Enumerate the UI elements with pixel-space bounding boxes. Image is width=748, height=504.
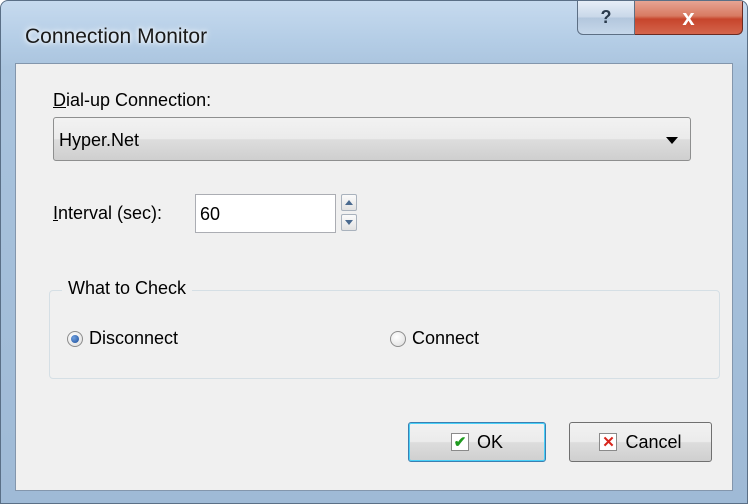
help-icon: ? bbox=[600, 7, 612, 27]
connection-label: Dial-up Connection: bbox=[53, 90, 212, 110]
interval-label: Interval (sec): bbox=[53, 203, 163, 223]
radio-disconnect[interactable]: Disconnect bbox=[67, 328, 178, 349]
dialog-window: Connection Monitor ? x Dial-up Connectio… bbox=[0, 0, 748, 504]
x-mark-icon: ✕ bbox=[599, 433, 618, 451]
title-bar[interactable]: Connection Monitor ? x bbox=[1, 1, 747, 63]
cancel-button[interactable]: ✕ Cancel bbox=[569, 422, 712, 462]
spin-up-button[interactable] bbox=[341, 194, 357, 211]
what-to-check-title: What to Check bbox=[62, 278, 193, 299]
dialog-body: Dial-up Connection: Hyper.Net Interval (… bbox=[15, 63, 733, 491]
radio-connect[interactable]: Connect bbox=[390, 328, 479, 349]
radio-connect-label: Connect bbox=[412, 328, 480, 348]
window-title: Connection Monitor bbox=[25, 25, 208, 48]
dropdown-arrow-icon bbox=[666, 137, 678, 144]
spin-down-icon bbox=[345, 220, 353, 225]
close-icon: x bbox=[682, 4, 695, 30]
spin-up-icon bbox=[345, 200, 353, 205]
interval-spinner bbox=[341, 194, 359, 232]
interval-input[interactable]: 60 bbox=[195, 194, 336, 233]
caption-buttons: ? x bbox=[577, 1, 743, 37]
radio-connect-circle bbox=[390, 330, 406, 347]
connection-dropdown-value: Hyper.Net bbox=[59, 130, 140, 150]
ok-button[interactable]: ✔ OK bbox=[408, 422, 546, 462]
radio-disconnect-label: Disconnect bbox=[89, 328, 179, 348]
help-button[interactable]: ? bbox=[577, 1, 635, 35]
close-button[interactable]: x bbox=[635, 1, 743, 35]
spin-down-button[interactable] bbox=[341, 214, 357, 231]
ok-button-label: OK bbox=[476, 431, 503, 452]
interval-input-value: 60 bbox=[200, 204, 221, 224]
checkmark-icon: ✔ bbox=[450, 433, 469, 451]
radio-disconnect-circle bbox=[67, 330, 83, 347]
connection-dropdown[interactable]: Hyper.Net bbox=[53, 117, 691, 161]
radio-selected-dot bbox=[71, 334, 79, 343]
cancel-button-label: Cancel bbox=[625, 431, 682, 452]
